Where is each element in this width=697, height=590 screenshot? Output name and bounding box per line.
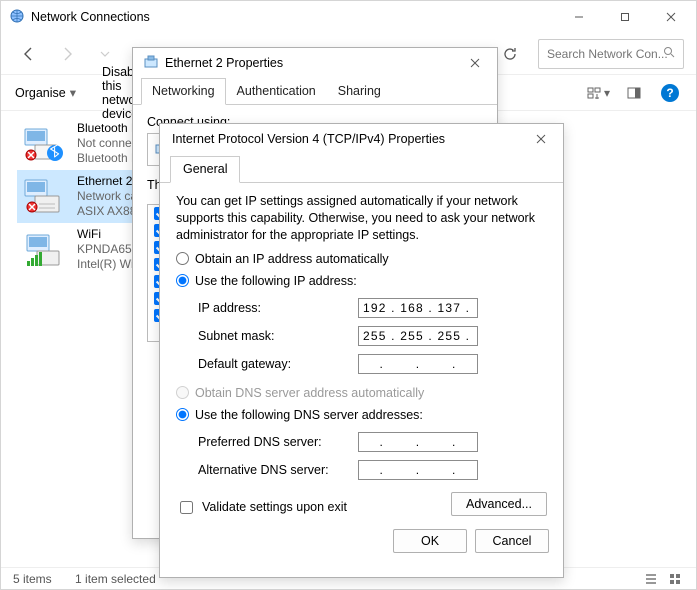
bluetooth-adapter-icon [21, 123, 67, 165]
intro-text: You can get IP settings assigned automat… [176, 193, 547, 244]
tab-sharing[interactable]: Sharing [327, 78, 392, 104]
dialog-tabs: General [160, 156, 563, 183]
dns-fields: Preferred DNS server: Alternative DNS se… [198, 432, 547, 480]
adapter-icon [143, 54, 159, 73]
validate-checkbox[interactable] [180, 501, 193, 514]
status-selected: 1 item selected [75, 572, 156, 586]
radio-input [176, 386, 189, 399]
ip-fields: IP address: Subnet mask: Default gateway… [198, 298, 547, 374]
search-icon [663, 46, 675, 61]
dialog-titlebar: Internet Protocol Version 4 (TCP/IPv4) P… [160, 124, 563, 154]
refresh-button[interactable] [494, 38, 526, 70]
radio-dns-auto: Obtain DNS server address automatically [176, 386, 547, 400]
organise-button[interactable]: Organise ▾ [7, 81, 84, 104]
tab-authentication[interactable]: Authentication [226, 78, 327, 104]
window-controls [556, 1, 694, 33]
disable-device-button[interactable]: Disable this network device [94, 61, 134, 125]
forward-button[interactable] [51, 38, 83, 70]
search-placeholder: Search Network Con... [547, 47, 668, 61]
tab-general[interactable]: General [170, 156, 240, 183]
radio-ip-manual[interactable]: Use the following IP address: [176, 274, 547, 288]
ethernet-adapter-icon [21, 176, 67, 218]
tab-networking[interactable]: Networking [141, 78, 226, 105]
preferred-dns-label: Preferred DNS server: [198, 435, 358, 449]
chevron-down-icon: ▾ [70, 85, 76, 100]
alternate-dns-input[interactable] [358, 460, 478, 480]
dialog-tabs: Networking Authentication Sharing [133, 78, 497, 105]
wifi-adapter-icon [21, 229, 67, 271]
large-icons-view-button[interactable] [666, 570, 684, 588]
radio-ip-auto[interactable]: Obtain an IP address automatically [176, 252, 547, 266]
default-gateway-label: Default gateway: [198, 357, 358, 371]
radio-input[interactable] [176, 252, 189, 265]
subnet-mask-label: Subnet mask: [198, 329, 358, 343]
subnet-mask-input[interactable] [358, 326, 478, 346]
radio-input[interactable] [176, 408, 189, 421]
search-input[interactable]: Search Network Con... [538, 39, 684, 69]
view-options-button[interactable]: ▾ [584, 79, 612, 107]
app-icon [9, 8, 25, 27]
window-title: Network Connections [31, 10, 150, 24]
ip-address-label: IP address: [198, 301, 358, 315]
details-view-button[interactable] [642, 570, 660, 588]
validate-checkbox-row[interactable]: Validate settings upon exit [176, 498, 347, 517]
back-button[interactable] [13, 38, 45, 70]
default-gateway-input[interactable] [358, 354, 478, 374]
close-button[interactable] [459, 49, 491, 77]
preferred-dns-input[interactable] [358, 432, 478, 452]
ip-address-input[interactable] [358, 298, 478, 318]
close-button[interactable] [525, 125, 557, 153]
help-button[interactable]: ? [656, 79, 684, 107]
advanced-button[interactable]: Advanced... [451, 492, 547, 516]
ok-button[interactable]: OK [393, 529, 467, 553]
radio-dns-manual[interactable]: Use the following DNS server addresses: [176, 408, 547, 422]
dialog-buttons: OK Cancel [160, 529, 563, 563]
chevron-down-icon: ▾ [604, 86, 610, 100]
preview-pane-button[interactable] [620, 79, 648, 107]
dialog-titlebar: Ethernet 2 Properties [133, 48, 497, 78]
dialog-title: Ethernet 2 Properties [165, 56, 283, 70]
close-button[interactable] [648, 1, 694, 33]
titlebar: Network Connections [1, 1, 696, 33]
cancel-button[interactable]: Cancel [475, 529, 549, 553]
dialog-title: Internet Protocol Version 4 (TCP/IPv4) P… [172, 132, 445, 146]
alternate-dns-label: Alternative DNS server: [198, 463, 358, 477]
minimize-button[interactable] [556, 1, 602, 33]
status-item-count: 5 items [13, 572, 52, 586]
maximize-button[interactable] [602, 1, 648, 33]
radio-input[interactable] [176, 274, 189, 287]
ipv4-properties-dialog: Internet Protocol Version 4 (TCP/IPv4) P… [159, 123, 564, 578]
